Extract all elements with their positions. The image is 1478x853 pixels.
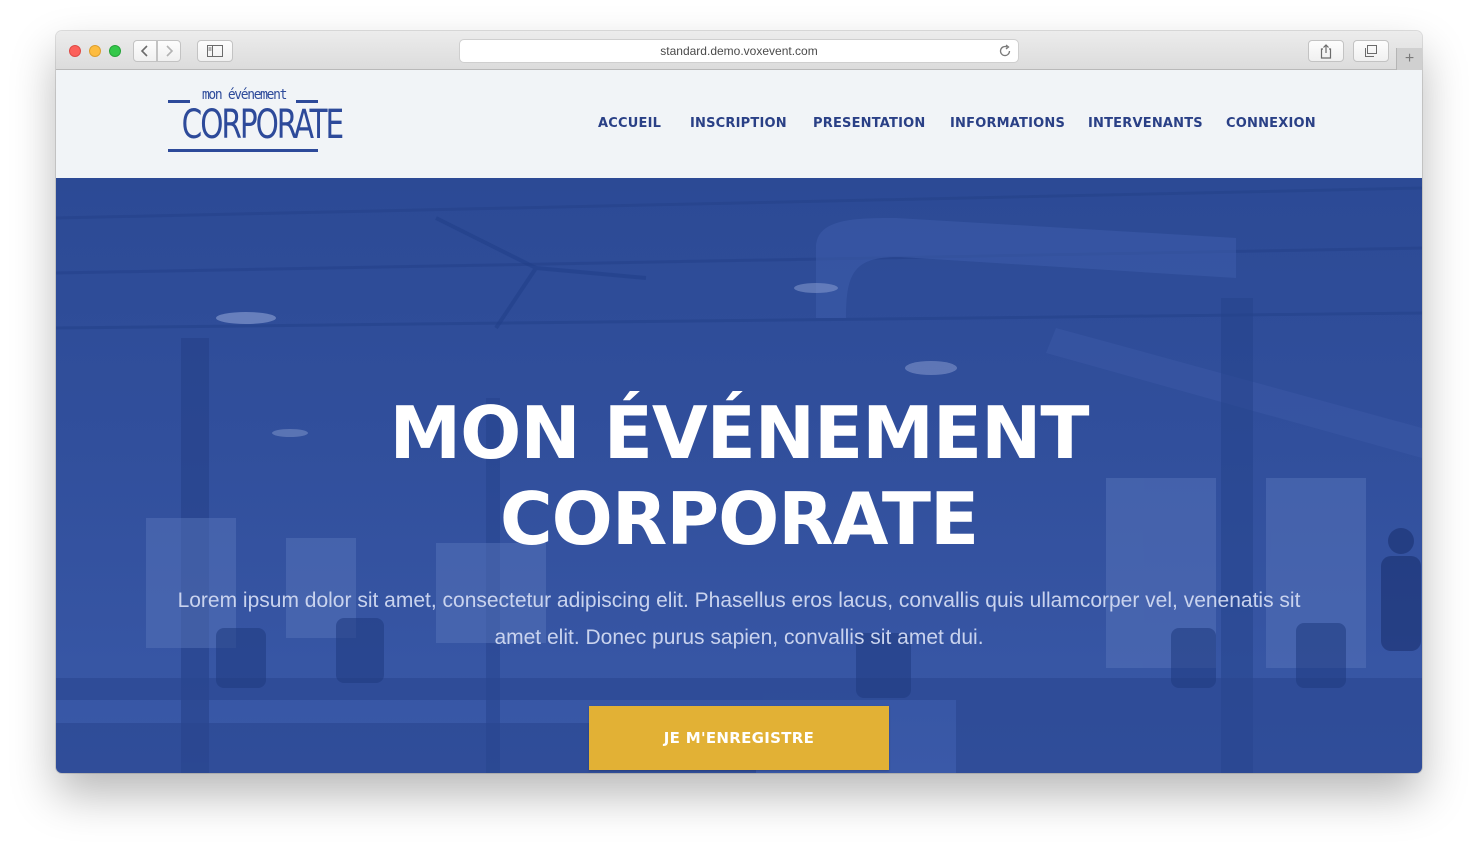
register-button[interactable]: JE M'ENREGISTRE (589, 706, 889, 770)
share-icon (1320, 43, 1332, 59)
hero-title: MON ÉVÉNEMENT CORPORATE (56, 390, 1422, 562)
address-bar[interactable]: standard.demo.voxevent.com (459, 39, 1019, 63)
close-window-button[interactable] (69, 45, 81, 57)
nav-connexion[interactable]: CONNEXION (1226, 116, 1316, 131)
show-tabs-button[interactable] (1353, 40, 1389, 62)
hero-title-line2: CORPORATE (499, 477, 979, 561)
reload-icon[interactable] (998, 44, 1012, 61)
sidebar-icon (207, 45, 223, 57)
hero-subtitle: Lorem ipsum dolor sit amet, consectetur … (177, 589, 1301, 649)
url-text: standard.demo.voxevent.com (660, 44, 818, 58)
browser-window: standard.demo.voxevent.com + mon événeme… (56, 31, 1422, 773)
back-button[interactable] (133, 40, 157, 62)
nav-accueil[interactable]: ACCUEIL (598, 116, 661, 131)
plus-icon: + (1404, 50, 1415, 67)
share-button[interactable] (1308, 40, 1344, 62)
browser-toolbar: standard.demo.voxevent.com + (56, 31, 1422, 70)
chevron-right-icon (166, 45, 174, 57)
tabs-icon (1365, 44, 1377, 57)
nav-presentation[interactable]: PRESENTATION (813, 116, 926, 131)
hero-section: MON ÉVÉNEMENT CORPORATE Lorem ipsum dolo… (56, 178, 1422, 773)
site-header: mon événement CORPORATE ACCUEIL INSCRIPT… (56, 70, 1422, 178)
sidebar-toggle-button[interactable] (197, 40, 233, 62)
minimize-window-button[interactable] (89, 45, 101, 57)
nav-informations[interactable]: INFORMATIONS (950, 116, 1065, 131)
nav-inscription[interactable]: INSCRIPTION (690, 116, 787, 131)
main-nav: ACCUEIL INSCRIPTION PRESENTATION INFORMA… (56, 70, 1422, 178)
zoom-window-button[interactable] (109, 45, 121, 57)
forward-button[interactable] (157, 40, 181, 62)
nav-intervenants[interactable]: INTERVENANTS (1088, 116, 1203, 131)
hero-title-line1: MON ÉVÉNEMENT (389, 391, 1090, 475)
chevron-left-icon (140, 45, 148, 57)
new-tab-button[interactable]: + (1396, 48, 1422, 70)
